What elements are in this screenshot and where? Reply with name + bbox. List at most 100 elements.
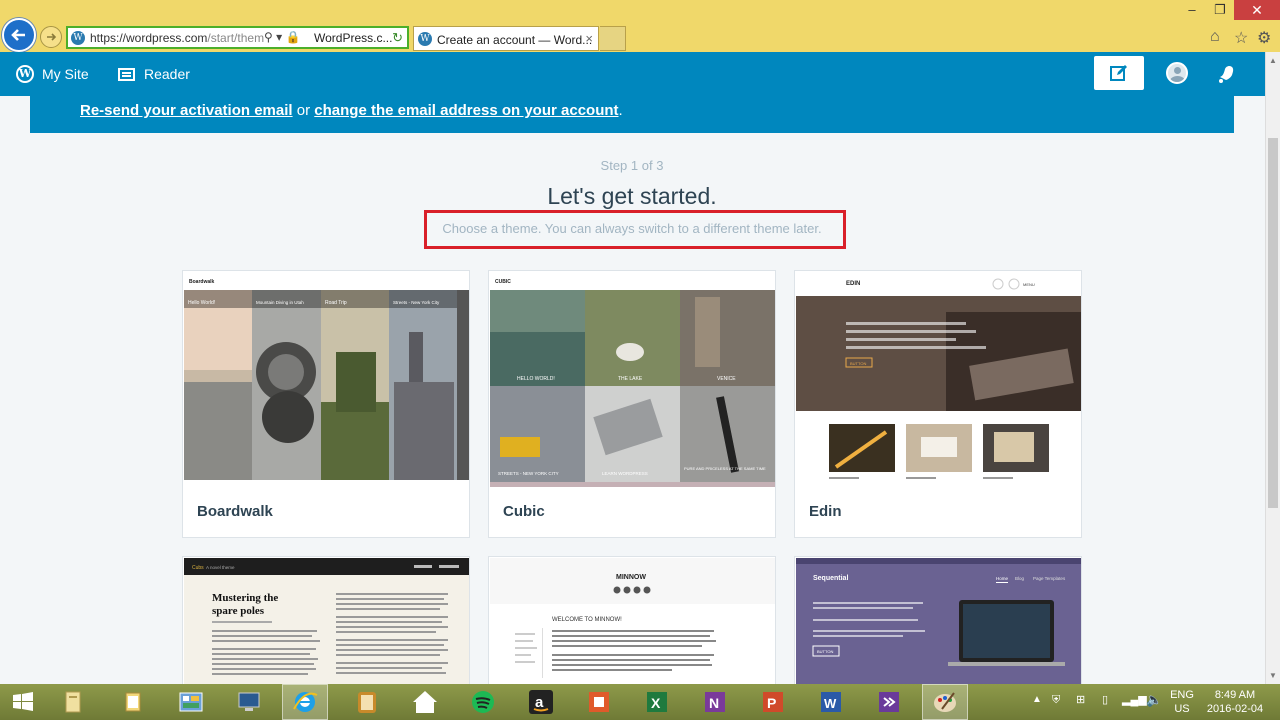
theme-name[interactable]: Cubic — [503, 503, 545, 520]
preview-text: Road Trip — [325, 300, 347, 306]
wifi-signal-icon[interactable]: ▂▄▆ — [1122, 693, 1147, 720]
tab-close-icon[interactable]: × — [585, 31, 593, 46]
reader-link[interactable]: Reader — [118, 52, 190, 96]
back-button[interactable] — [2, 18, 36, 52]
clock-date: 2016-02-04 — [1206, 703, 1264, 715]
theme-card-minnow[interactable]: MINNOW WELCOME TO MINNOW! — [488, 556, 776, 696]
excel-icon[interactable]: X — [642, 687, 672, 717]
preview-text: MINNOW — [616, 574, 646, 581]
preview-text: EDIN — [846, 281, 860, 287]
settings-gear-icon[interactable]: ⚙ — [1257, 28, 1271, 48]
wordpress-favicon-icon: W — [418, 32, 432, 46]
word-icon[interactable]: W — [816, 687, 846, 717]
preview-text: A novel theme — [206, 565, 235, 570]
theme-preview-boardwalk[interactable]: Boardwalk Hello World! Mountain Diving i… — [184, 272, 469, 487]
profile-avatar-icon[interactable] — [1166, 62, 1188, 84]
folder-icon[interactable] — [118, 687, 148, 717]
language-code: ENG — [1170, 689, 1194, 701]
site-identity[interactable]: WordPress.c... — [314, 31, 392, 45]
wordpress-logo-icon: W — [16, 65, 34, 83]
address-bar[interactable]: W https://wordpress.com/start/them ⚲ ▾ 🔒… — [66, 26, 409, 49]
close-window-button[interactable]: ✕ — [1234, 0, 1280, 20]
preview-text: Sequential — [813, 575, 848, 582]
preview-text: Home — [996, 576, 1009, 581]
my-site-link[interactable]: W My Site — [16, 52, 89, 96]
theme-preview-edin[interactable]: EDIN MENU BUTTON — [796, 272, 1081, 487]
lock-icon[interactable]: 🔒 — [286, 30, 301, 44]
refresh-icon[interactable]: ↻ — [392, 30, 403, 46]
theme-name[interactable]: Edin — [809, 503, 842, 520]
home-icon[interactable]: ⌂ — [1210, 28, 1220, 46]
theme-preview-cubic[interactable]: CUBIC HELLO WORLD! THE LAKE VENICE STREE… — [490, 272, 775, 487]
theme-card-edin[interactable]: EDIN MENU BUTTON Edin — [794, 270, 1082, 538]
control-panel-icon[interactable] — [176, 687, 206, 717]
preview-text: LEARN WORDPRESS — [602, 471, 648, 476]
write-post-button[interactable] — [1094, 56, 1144, 90]
file-explorer-icon[interactable] — [58, 687, 88, 717]
home-icon[interactable] — [410, 687, 440, 717]
back-icon — [11, 29, 25, 41]
preview-text: PURE AND PRICELESS AT THE SAME TIME — [684, 466, 766, 471]
scroll-up-icon[interactable]: ▲ — [1269, 56, 1277, 65]
search-icon[interactable]: ⚲ — [264, 30, 273, 44]
forward-icon — [47, 33, 57, 41]
theme-card-sequential[interactable]: Sequential Home Blog Page Templates BUTT… — [794, 556, 1082, 696]
theme-preview[interactable]: Sequential Home Blog Page Templates BUTT… — [796, 558, 1081, 688]
tab-title: Create an account — Word... — [437, 33, 593, 47]
notifications-bell-icon[interactable] — [1216, 63, 1238, 85]
minimize-button[interactable]: – — [1178, 2, 1206, 17]
spotify-icon[interactable] — [468, 687, 498, 717]
activation-notice: Re-send your activation email or change … — [30, 96, 1234, 133]
visual-studio-icon[interactable] — [874, 687, 904, 717]
browser-chrome: W https://wordpress.com/start/them ⚲ ▾ 🔒… — [0, 0, 1280, 52]
powerpoint-icon[interactable]: P — [758, 687, 788, 717]
internet-explorer-icon[interactable] — [290, 687, 320, 717]
preview-text: VENICE — [717, 376, 736, 382]
theme-card-cubic[interactable]: CUBIC HELLO WORLD! THE LAKE VENICE STREE… — [488, 270, 776, 538]
svg-text:spare poles: spare poles — [212, 605, 265, 617]
address-url[interactable]: https://wordpress.com/start/them — [90, 31, 264, 45]
restore-button[interactable]: ❐ — [1206, 2, 1234, 18]
notes-icon[interactable] — [352, 687, 382, 717]
clock-time: 8:49 AM — [1214, 689, 1256, 701]
url-path: /start/them — [207, 31, 265, 45]
pencil-icon — [1110, 65, 1127, 81]
show-hidden-icons[interactable]: ▲ — [1032, 694, 1042, 720]
tab-create-account[interactable]: W Create an account — Word... × — [413, 26, 599, 51]
computer-icon[interactable] — [234, 687, 264, 717]
scroll-down-icon[interactable]: ▼ — [1269, 671, 1277, 680]
reader-icon — [118, 67, 135, 81]
language-indicator[interactable]: ENG US — [1166, 688, 1198, 716]
theme-preview[interactable]: Cubs A novel theme Mustering the spare p… — [184, 558, 469, 688]
volume-icon[interactable]: 🔈 — [1146, 692, 1162, 720]
theme-card-boardwalk[interactable]: Boardwalk Hello World! Mountain Diving i… — [182, 270, 470, 538]
system-clock[interactable]: 8:49 AM 2016-02-04 — [1205, 688, 1265, 716]
theme-card-cubs[interactable]: Cubs A novel theme Mustering the spare p… — [182, 556, 470, 696]
windows-update-icon[interactable]: ⊞ — [1076, 693, 1085, 720]
favorites-star-icon[interactable]: ☆ — [1234, 28, 1248, 48]
notice-end: . — [618, 102, 623, 119]
windows-start-icon[interactable] — [8, 687, 38, 717]
battery-icon[interactable]: ▯ — [1102, 693, 1108, 720]
preview-text: CUBIC — [495, 279, 511, 285]
preview-text: Boardwalk — [189, 279, 215, 285]
address-bar-tools: ⚲ ▾ 🔒 — [264, 30, 301, 44]
my-site-label: My Site — [42, 66, 89, 82]
resend-activation-link[interactable]: Re-send your activation email — [80, 102, 293, 119]
scrollbar-thumb[interactable] — [1268, 138, 1278, 508]
office-icon[interactable] — [584, 687, 614, 717]
preview-text: MENU — [1023, 282, 1035, 287]
amazon-icon[interactable]: a — [526, 687, 556, 717]
preview-text: Streets - New York City — [393, 300, 440, 305]
onenote-icon[interactable]: N — [700, 687, 730, 717]
new-tab-button[interactable] — [600, 26, 626, 51]
preview-text: BUTTON — [850, 361, 866, 366]
theme-preview[interactable]: MINNOW WELCOME TO MINNOW! — [490, 558, 775, 688]
paint-icon[interactable] — [930, 687, 960, 717]
forward-button[interactable] — [40, 26, 62, 48]
change-email-link[interactable]: change the email address on your account — [314, 102, 618, 119]
security-icon[interactable]: ⛨ — [1052, 694, 1060, 720]
svg-text:W: W — [824, 696, 837, 711]
vertical-scrollbar[interactable]: ▲ ▼ — [1265, 52, 1280, 684]
theme-name[interactable]: Boardwalk — [197, 503, 273, 520]
